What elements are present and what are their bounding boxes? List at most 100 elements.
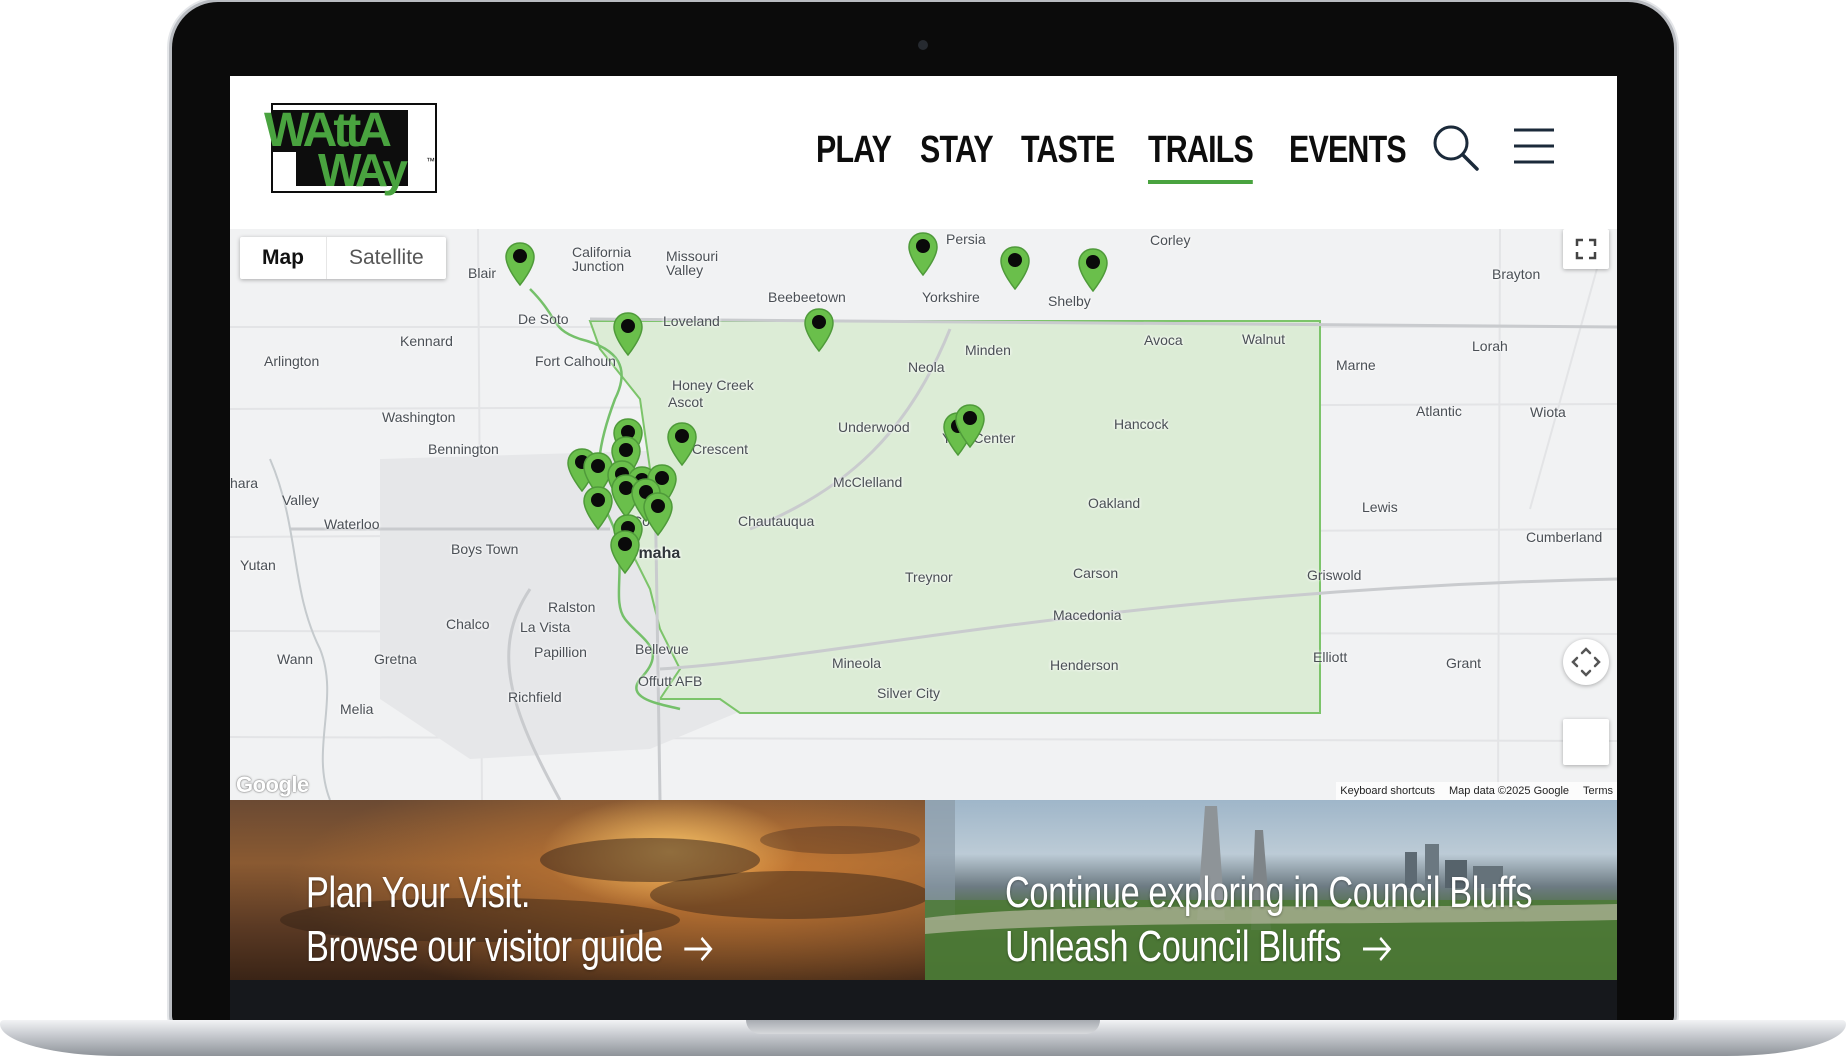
map-label: Hancock (1114, 416, 1169, 432)
card-link: Unleash Council Bluffs (1005, 922, 1392, 972)
map-label: Silver City (877, 685, 941, 701)
keyboard-shortcuts-link[interactable]: Keyboard shortcuts (1340, 782, 1435, 800)
map-label: Avoca (1144, 332, 1183, 348)
card-title: Continue exploring in Council Bluffs (1005, 868, 1533, 917)
satellite-view-button[interactable]: Satellite (327, 237, 446, 279)
map-label: Honey Creek (672, 377, 754, 393)
card-link-label: Browse our visitor guide (306, 922, 663, 971)
map-label: Kennard (400, 333, 453, 349)
map-label: Oakland (1088, 495, 1141, 511)
trail-marker-pin[interactable] (642, 491, 674, 537)
map-label: hara (230, 475, 259, 491)
map-data-credit: Map data ©2025 Google (1449, 785, 1570, 797)
svg-text:WAy: WAy (318, 144, 408, 196)
trail-marker-pin[interactable] (803, 307, 835, 353)
map-label: Richfield (508, 689, 562, 705)
trail-marker-pin[interactable] (582, 485, 614, 531)
street-view-control[interactable] (1563, 719, 1609, 765)
map-label: Shelby (1048, 293, 1091, 309)
arrow-right-icon (1362, 937, 1391, 962)
map-label: Persia (946, 231, 986, 247)
map-label: Yorkshire (922, 289, 980, 305)
map-label: Wann (277, 651, 314, 667)
map-label: Lewis (1362, 499, 1398, 515)
map-label: Arlington (264, 353, 320, 369)
map-label: Bellevue (635, 641, 689, 657)
screen-bottom-bezel (230, 980, 1617, 1020)
map-label: Corley (1150, 232, 1191, 248)
map-label: Gretna (374, 651, 417, 667)
map-label: Macedonia (1053, 607, 1122, 623)
trails-map[interactable]: Persia Corley California Junction Missou… (230, 229, 1617, 800)
trail-marker-pin[interactable] (666, 421, 698, 467)
map-label: Walnut (1242, 331, 1286, 347)
plan-visit-card[interactable]: Plan Your Visit. Browse our visitor guid… (230, 800, 925, 980)
trail-marker-pin[interactable] (609, 529, 641, 575)
map-label: Underwood (838, 419, 910, 435)
map-label: Lorah (1472, 338, 1508, 354)
map-label: McClelland (833, 474, 903, 490)
map-label: Atlantic (1416, 403, 1462, 419)
camera-icon (918, 40, 928, 50)
map-attribution: Keyboard shortcuts Map data ©2025 Google… (1336, 782, 1617, 800)
map-label: Blair (468, 265, 497, 281)
nav-trails[interactable]: TRAILS (1147, 122, 1253, 184)
card-link: Browse our visitor guide (306, 922, 714, 972)
trail-marker-pin[interactable] (954, 403, 986, 449)
nav-taste[interactable]: TASTE (1021, 122, 1115, 182)
map-label: Treynor (905, 569, 953, 585)
map-label: Papillion (534, 644, 587, 660)
terms-link[interactable]: Terms (1583, 782, 1613, 800)
pan-arrows-icon (1571, 647, 1601, 677)
map-label: Chalco (446, 616, 490, 632)
card-link-label: Unleash Council Bluffs (1005, 922, 1342, 971)
map-label: Carson (1073, 565, 1119, 581)
nav-events[interactable]: EVENTS (1289, 122, 1407, 182)
pan-control[interactable] (1563, 639, 1609, 685)
map-view-button[interactable]: Map (240, 237, 327, 279)
trail-marker-pin[interactable] (1077, 247, 1109, 293)
map-label: Henderson (1050, 657, 1119, 673)
map-type-control: Map Satellite (240, 237, 446, 279)
map-label: Elliott (1313, 649, 1348, 665)
wattaway-logo[interactable]: WAttA WAy ™ (262, 100, 440, 196)
card-title: Plan Your Visit. (306, 868, 531, 917)
trail-marker-pin[interactable] (907, 231, 939, 277)
map-label: Minden (965, 342, 1011, 358)
map-label: Neola (908, 359, 945, 375)
map-label: Yutan (240, 557, 276, 573)
map-label: Boys Town (451, 541, 519, 557)
fullscreen-button[interactable] (1563, 229, 1609, 269)
svg-text:™: ™ (426, 156, 435, 166)
map-label: Mineola (832, 655, 882, 671)
site-header: WAttA WAy ™ PLAY STAY TASTE TRAILS EVENT… (230, 76, 1617, 229)
map-label: Missouri Valley (666, 248, 719, 278)
council-bluffs-card[interactable]: Continue exploring in Council Bluffs Unl… (925, 800, 1617, 980)
nav-play[interactable]: PLAY (816, 122, 892, 182)
map-label: Valley (282, 492, 320, 508)
map-label: Offutt AFB (638, 673, 703, 689)
map-label: La Vista (520, 619, 571, 635)
browser-screen: WAttA WAy ™ PLAY STAY TASTE TRAILS EVENT… (230, 76, 1617, 980)
search-icon[interactable] (1430, 122, 1480, 172)
nav-stay[interactable]: STAY (920, 122, 994, 182)
map-label: Bennington (428, 441, 499, 457)
map-label: Ralston (548, 599, 596, 615)
laptop-notch (746, 1020, 1100, 1034)
map-label: Chautauqua (738, 513, 815, 529)
map-label: Marne (1336, 357, 1376, 373)
trail-marker-pin[interactable] (504, 241, 536, 287)
map-label: Beebeetown (768, 289, 846, 305)
map-label: California Junction (572, 244, 632, 274)
map-label: Melia (340, 701, 374, 717)
arrow-right-icon (684, 937, 713, 962)
main-navigation: PLAY STAY TASTE TRAILS EVENTS (816, 122, 1407, 184)
trail-marker-pin[interactable] (612, 311, 644, 357)
map-label: Grant (1446, 655, 1482, 671)
map-label: Cumberland (1526, 529, 1603, 545)
trail-marker-pin[interactable] (999, 245, 1031, 291)
hamburger-menu-icon[interactable] (1512, 126, 1556, 166)
map-label: Griswold (1307, 567, 1362, 583)
map-label: De Soto (518, 311, 569, 327)
map-label: Waterloo (324, 516, 380, 532)
